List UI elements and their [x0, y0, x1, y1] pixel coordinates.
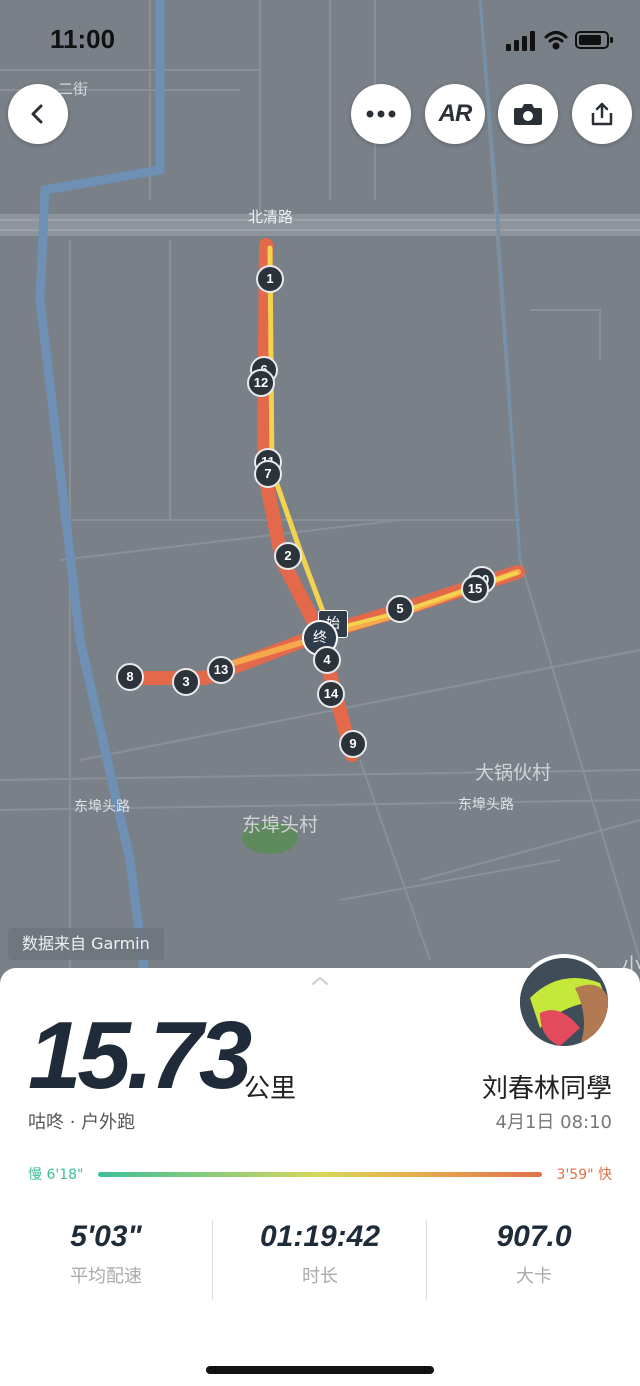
status-bar: 11:00: [0, 0, 640, 80]
more-dots-icon: [366, 110, 396, 118]
km-marker-4[interactable]: 4: [313, 646, 341, 674]
km-marker-3[interactable]: 3: [172, 668, 200, 696]
share-icon: [591, 102, 613, 126]
battery-icon: [575, 31, 613, 49]
camera-button[interactable]: [498, 84, 558, 144]
data-source-tag: 数据来自 Garmin: [8, 928, 164, 960]
camera-icon: [514, 104, 542, 125]
km-marker-13[interactable]: 13: [207, 656, 235, 684]
km-marker-14[interactable]: 14: [317, 680, 345, 708]
back-button[interactable]: [8, 84, 68, 144]
pace-legend: 慢 6'18" 3'59" 快: [28, 1164, 612, 1184]
activity-type: 咕咚 · 户外跑: [28, 1112, 136, 1133]
stats-row: 5'03" 平均配速 01:19:42 时长 907.0 大卡: [0, 1220, 640, 1304]
stat-label: 时长: [302, 1266, 338, 1287]
km-marker-7[interactable]: 7: [254, 460, 282, 488]
km-marker-8[interactable]: 8: [116, 663, 144, 691]
stat-value: 01:19:42: [259, 1220, 381, 1253]
road-label-south-right: 东埠头路: [458, 797, 514, 813]
status-icons: [506, 28, 616, 56]
ar-label: AR: [438, 100, 473, 127]
distance-unit: 公里: [244, 1074, 297, 1104]
km-marker-15[interactable]: 15: [461, 575, 489, 603]
divider: [212, 1220, 213, 1300]
stat-value: 5'03": [70, 1220, 142, 1253]
share-button[interactable]: [572, 84, 632, 144]
place-label-village-s: 东埠头村: [242, 814, 319, 836]
avatar[interactable]: [516, 954, 612, 1050]
km-marker-9[interactable]: 9: [339, 730, 367, 758]
end-label: 终: [313, 630, 327, 646]
road-label-south-left: 东埠头路: [74, 799, 130, 815]
road-label-north: 北清路: [248, 208, 294, 226]
stat-value: 907.0: [496, 1220, 572, 1253]
stat-avg-pace: 5'03" 平均配速: [0, 1220, 212, 1288]
chevron-left-icon: [31, 104, 43, 124]
km-marker-5[interactable]: 5: [386, 595, 414, 623]
km-marker-12[interactable]: 12: [247, 369, 275, 397]
km-marker-1[interactable]: 1: [256, 265, 284, 293]
place-label-village-se: 大锅伙村: [475, 762, 552, 784]
chevron-up-icon[interactable]: [310, 976, 330, 986]
user-name[interactable]: 刘春林同學: [482, 1068, 612, 1105]
home-indicator[interactable]: [206, 1366, 434, 1374]
wifi-icon: [544, 31, 568, 50]
route-map[interactable]: 二街 北清路 东埠头路 东埠头路 大锅伙村 东埠头村 小 始 终 1061111…: [0, 0, 640, 1000]
pace-slow-label: 慢 6'18": [28, 1167, 84, 1183]
status-time: 11:00: [50, 24, 116, 54]
stat-duration: 01:19:42 时长: [214, 1220, 426, 1288]
summary-sheet[interactable]: 15.73 公里 咕咚 · 户外跑 刘春林同學 4月1日 08:10 慢 6'1…: [0, 954, 640, 1386]
km-marker-2[interactable]: 2: [274, 542, 302, 570]
stat-calories: 907.0 大卡: [428, 1220, 640, 1288]
more-button[interactable]: [351, 84, 411, 144]
signal-icon: [506, 31, 535, 51]
ar-button[interactable]: AR: [425, 84, 485, 144]
stat-label: 平均配速: [70, 1266, 142, 1287]
activity-date: 4月1日 08:10: [495, 1112, 613, 1133]
pace-gradient-bar: [98, 1172, 542, 1177]
distance-value: 15.73: [28, 1002, 252, 1109]
divider: [426, 1220, 427, 1300]
stat-label: 大卡: [516, 1266, 552, 1287]
pace-fast-label: 3'59" 快: [556, 1167, 612, 1183]
